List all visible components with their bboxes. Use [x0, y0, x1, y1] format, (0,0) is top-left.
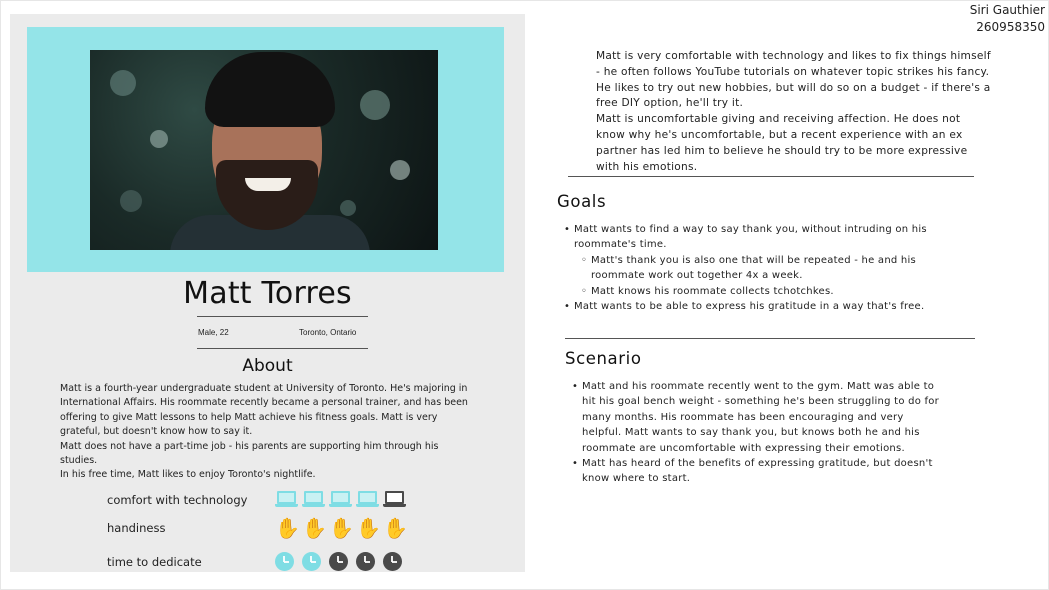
- intro-paragraph: Matt is very comfortable with technology…: [596, 50, 991, 110]
- persona-intro: Matt is very comfortable with technology…: [596, 49, 991, 175]
- clock-icon: [329, 552, 348, 571]
- header: Siri Gauthier 260958350: [970, 2, 1045, 36]
- scenario-bullet: Matt has heard of the benefits of expres…: [572, 456, 942, 487]
- goals-title: Goals: [557, 192, 607, 211]
- about-paragraph: Matt does not have a part-time job - his…: [60, 440, 439, 467]
- name-divider: [197, 316, 368, 317]
- hand-icon: ✋: [383, 518, 408, 540]
- bokeh-light: [340, 200, 356, 216]
- intro-divider: [568, 176, 974, 177]
- clock-icon: [383, 552, 402, 571]
- goals-bullet: Matt knows his roommate collects tchotch…: [564, 284, 944, 300]
- bokeh-light: [110, 70, 136, 96]
- hand-icon: ✋: [356, 518, 381, 540]
- clock-icon: [302, 552, 321, 571]
- persona-gender-age: Male, 22: [198, 328, 229, 337]
- goals-bullet: Matt wants to be able to express his gra…: [564, 299, 944, 315]
- intro-paragraph: Matt is uncomfortable giving and receivi…: [596, 113, 968, 173]
- scenario-bullet: Matt and his roommate recently went to t…: [572, 379, 942, 456]
- clock-icon: [275, 552, 294, 571]
- hand-icon: ✋: [329, 518, 354, 540]
- goals-list: Matt wants to find a way to say thank yo…: [564, 222, 944, 315]
- scenario-list: Matt and his roommate recently went to t…: [572, 379, 942, 487]
- meter-comfort-with-technology: comfort with technology: [107, 490, 417, 512]
- persona-hair: [205, 52, 335, 127]
- about-text: Matt is a fourth-year undergraduate stud…: [60, 382, 470, 483]
- meter-label: handiness: [107, 521, 166, 535]
- meter-label: time to dedicate: [107, 555, 202, 569]
- clock-icon: [356, 552, 375, 571]
- goals-bullet: Matt's thank you is also one that will b…: [564, 253, 944, 284]
- goals-divider: [565, 338, 975, 339]
- persona-location: Toronto, Ontario: [299, 328, 357, 337]
- laptop-icon: [302, 490, 325, 508]
- persona-name: Matt Torres: [183, 276, 352, 311]
- about-title: About: [242, 356, 293, 376]
- bokeh-light: [360, 90, 390, 120]
- meter-icons: [275, 552, 406, 571]
- persona-card: Matt Torres Male, 22 Toronto, Ontario Ab…: [10, 14, 525, 572]
- bokeh-light: [390, 160, 410, 180]
- meta-divider: [197, 348, 368, 349]
- meter-handiness: handiness ✋ ✋ ✋ ✋ ✋: [107, 518, 417, 540]
- scenario-title: Scenario: [565, 349, 642, 368]
- goals-bullet: Matt wants to find a way to say thank yo…: [564, 222, 944, 253]
- laptop-icon: [275, 490, 298, 508]
- student-id: 260958350: [976, 20, 1045, 34]
- meter-time-to-dedicate: time to dedicate: [107, 552, 417, 574]
- photo-frame: [27, 27, 504, 272]
- bokeh-light: [120, 190, 142, 212]
- meter-icons: [275, 490, 406, 508]
- author-name: Siri Gauthier: [969, 3, 1045, 17]
- persona-photo: [90, 50, 438, 250]
- laptop-icon: [356, 490, 379, 508]
- hand-icon: ✋: [302, 518, 327, 540]
- meter-label: comfort with technology: [107, 493, 248, 507]
- about-paragraph: Matt is a fourth-year undergraduate stud…: [60, 383, 468, 438]
- bokeh-light: [150, 130, 168, 148]
- about-paragraph: In his free time, Matt likes to enjoy To…: [60, 469, 316, 481]
- laptop-icon: [383, 490, 406, 508]
- meter-icons: ✋ ✋ ✋ ✋ ✋: [275, 518, 408, 540]
- persona-smile: [245, 178, 291, 191]
- hand-icon: ✋: [275, 518, 300, 540]
- laptop-icon: [329, 490, 352, 508]
